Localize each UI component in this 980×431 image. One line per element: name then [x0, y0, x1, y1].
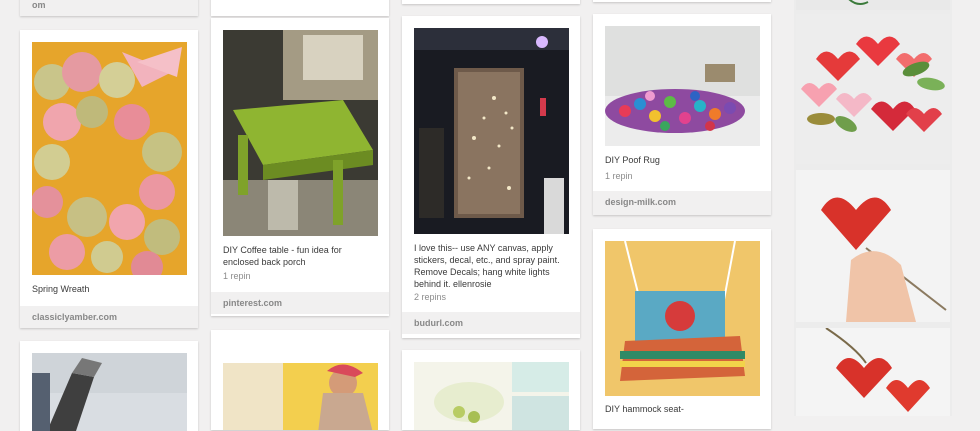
- pin-card-poof-rug[interactable]: DIY Poof Rug 1 repin design-milk.com: [593, 14, 771, 215]
- pin-image-heart-flower[interactable]: [796, 328, 950, 416]
- heart-flower-illustration: [796, 328, 950, 416]
- pin-source-link[interactable]: budurl.com: [402, 312, 580, 334]
- pin-repin-count: 1 repin: [605, 171, 633, 181]
- pin-repin-count: 1 repin: [223, 271, 251, 281]
- hearts-top-illustration: [796, 0, 950, 10]
- jars-illustration: [414, 362, 569, 430]
- pin-card-top-partial-1[interactable]: om: [20, 0, 198, 16]
- pin-image-woman[interactable]: [223, 363, 378, 430]
- pin-card-top-partial-3[interactable]: [402, 0, 580, 4]
- coffee-table-illustration: [223, 30, 378, 236]
- pin-card-hearts[interactable]: [794, 0, 952, 416]
- pin-card-spring-wreath[interactable]: Spring Wreath classiclyamber.com: [20, 30, 198, 328]
- pin-image-felt-hearts[interactable]: [796, 14, 950, 164]
- pin-source-link[interactable]: design-milk.com: [593, 191, 771, 215]
- pin-source-link[interactable]: classiclyamber.com: [20, 306, 198, 328]
- pin-card-hammock[interactable]: DIY hammock seat-: [593, 229, 771, 429]
- pin-description: I love this-- use ANY canvas, apply stic…: [414, 243, 560, 289]
- paintbrush-illustration: [32, 353, 187, 431]
- pin-description: DIY hammock seat-: [605, 404, 684, 414]
- pin-image-heart-hand[interactable]: [796, 170, 950, 322]
- pin-image-coffee-table[interactable]: [223, 30, 378, 236]
- pin-card-top-partial-4[interactable]: [593, 0, 771, 2]
- pin-image-poof-rug[interactable]: [605, 26, 760, 146]
- pin-image-paintbrush[interactable]: [32, 353, 187, 431]
- pin-source-link[interactable]: om: [20, 0, 198, 16]
- pin-card-coffee-table[interactable]: DIY Coffee table - fun idea for enclosed…: [211, 18, 389, 316]
- canvas-lights-illustration: [414, 28, 569, 234]
- pin-card-canvas-lights[interactable]: I love this-- use ANY canvas, apply stic…: [402, 16, 580, 338]
- heart-hand-illustration: [796, 170, 950, 322]
- pin-description: DIY Coffee table - fun idea for enclosed…: [223, 245, 342, 267]
- pin-image-jars[interactable]: [414, 362, 569, 430]
- pin-repin-count: 2 repins: [414, 292, 447, 302]
- felt-hearts-illustration: [796, 14, 950, 164]
- pin-card-top-partial-2[interactable]: [211, 0, 389, 16]
- pin-image-hearts-top[interactable]: [796, 0, 950, 10]
- pin-image-wreath[interactable]: [32, 42, 187, 275]
- hammock-illustration: [605, 241, 760, 396]
- pin-source-link[interactable]: pinterest.com: [211, 292, 389, 314]
- poof-rug-illustration: [605, 26, 760, 146]
- pin-description: Spring Wreath: [32, 284, 90, 294]
- woman-illustration: [223, 363, 378, 430]
- pin-description: DIY Poof Rug: [605, 155, 660, 165]
- pin-card-paintbrush[interactable]: [20, 341, 198, 431]
- pin-image-canvas-lights[interactable]: [414, 28, 569, 234]
- page-right-edge: [962, 0, 980, 414]
- pin-card-woman[interactable]: [211, 330, 389, 430]
- pin-image-hammock[interactable]: [605, 241, 760, 396]
- pin-card-jars[interactable]: [402, 350, 580, 430]
- wreath-illustration: [32, 42, 187, 275]
